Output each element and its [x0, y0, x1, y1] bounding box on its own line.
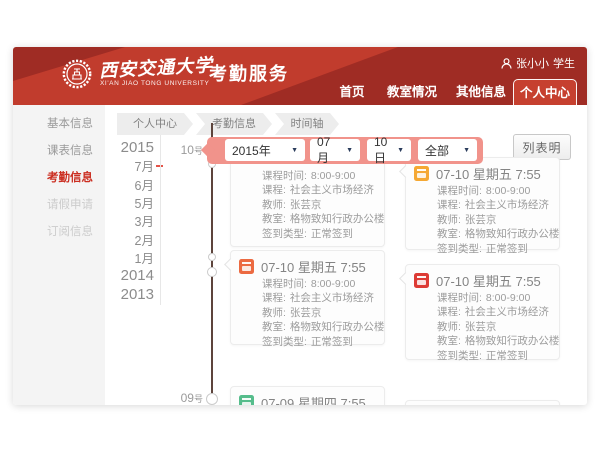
nav-item-classrooms[interactable]: 教室情况 [382, 79, 442, 105]
attendance-card[interactable]: 07-09 星期四 7:55 [230, 386, 385, 405]
card-arrow [399, 272, 412, 285]
day-marker-label-09: 09号 [163, 391, 203, 405]
timeline-scale-january[interactable]: 1月 [108, 251, 154, 267]
attendance-status-icon [414, 273, 429, 288]
chevron-down-icon: ▼ [463, 147, 470, 154]
year-dropdown[interactable]: 2015年 ▼ [225, 139, 305, 161]
card-date-title: 07-10 星期五 7:55 [436, 271, 541, 290]
attendance-card[interactable]: 07-10 星期五 7:55 课程时间:8:00-9:00 课程:社会主义市场经… [230, 250, 385, 345]
timeline-scale-may[interactable]: 5月 [108, 196, 154, 212]
timeline-scale-july[interactable]: 7月 [108, 159, 154, 175]
timeline-scale-2013[interactable]: 2013 [108, 287, 154, 303]
user-name: 张小小 [516, 55, 549, 71]
card-header: 07-09 星期四 7:55 [239, 393, 366, 405]
attendance-status-icon [414, 166, 429, 181]
sidebar-item-attendance-info[interactable]: 考勤信息 [47, 171, 93, 185]
card-date-title: 07-10 星期五 7:55 [436, 164, 541, 183]
user-icon [501, 58, 512, 69]
card-date-title: 07-09 星期四 7:55 [261, 393, 366, 405]
university-name-en: XI'AN JIAO TONG UNIVERSITY [100, 80, 209, 87]
attendance-status-icon [239, 259, 254, 274]
nav-item-home[interactable]: 首页 [332, 79, 372, 105]
page-background: 西安交通大学 XI'AN JIAO TONG UNIVERSITY 考勤服务 张… [0, 0, 600, 450]
timeline-scale-june[interactable]: 6月 [108, 178, 154, 194]
timeline-scale-february[interactable]: 2月 [108, 233, 154, 249]
card-fields: 课程时间:8:00-9:00 课程:社会主义市场经济 教师:张芸京 教室:格物致… [437, 290, 559, 362]
breadcrumb-attendance-info[interactable]: 考勤信息 [196, 113, 272, 135]
breadcrumb-timeline[interactable]: 时间轴 [275, 113, 339, 135]
user-role: 学生 [553, 55, 575, 71]
attendance-status-icon [239, 395, 254, 405]
chevron-down-icon: ▼ [291, 147, 298, 154]
nav-item-personal-center[interactable]: 个人中心 [513, 79, 577, 105]
day-dropdown[interactable]: 10日 ▼ [367, 139, 411, 161]
sidebar-item-basic-info[interactable]: 基本信息 [47, 117, 93, 131]
attendance-card-partial[interactable] [405, 400, 560, 405]
sidebar-item-leave-request[interactable]: 请假申请 [47, 198, 93, 212]
app-window: 西安交通大学 XI'AN JIAO TONG UNIVERSITY 考勤服务 张… [13, 47, 587, 405]
day-dropdown-value: 10日 [374, 135, 393, 166]
card-date-title: 07-10 星期五 7:55 [261, 257, 366, 276]
user-account[interactable]: 张小小 学生 [501, 55, 575, 71]
filter-bar: 2015年 ▼ 07月 ▼ 10日 ▼ 全部 ▼ [207, 137, 483, 164]
month-dropdown[interactable]: 07月 ▼ [310, 139, 360, 161]
app-header: 西安交通大学 XI'AN JIAO TONG UNIVERSITY 考勤服务 张… [13, 47, 587, 105]
day-marker-label-10: 10号 [163, 143, 203, 157]
card-header: 07-10 星期五 7:55 [239, 257, 366, 276]
card-header: 07-10 星期五 7:55 [414, 164, 541, 183]
type-dropdown[interactable]: 全部 ▼ [418, 139, 477, 161]
nav-item-other-info[interactable]: 其他信息 [451, 79, 511, 105]
scale-divider [160, 135, 161, 305]
breadcrumb: 个人中心 考勤信息 时间轴 [117, 113, 339, 135]
year-dropdown-value: 2015年 [232, 142, 271, 159]
timeline-scale-2015[interactable]: 2015 [108, 140, 154, 156]
app-title: 考勤服务 [209, 60, 289, 86]
timeline-node-dot [208, 253, 216, 261]
attendance-card[interactable]: 07-10 星期五 7:55 课程时间:8:00-9:00 课程:社会主义市场经… [405, 264, 560, 360]
card-fields: 课程时间:8:00-9:00 课程:社会主义市场经济 教师:张芸京 教室:格物致… [262, 276, 384, 348]
card-fields: 课程时间:8:00-9:00 课程:社会主义市场经济 教师:张芸京 教室:格物致… [262, 168, 384, 240]
chevron-down-icon: ▼ [397, 147, 404, 154]
timeline-scale-march[interactable]: 3月 [108, 214, 154, 230]
university-logo [62, 59, 92, 89]
type-dropdown-value: 全部 [425, 142, 449, 159]
sidebar-item-subscription-info[interactable]: 订阅信息 [47, 225, 93, 239]
timeline-node-day09[interactable] [206, 393, 218, 405]
card-arrow [399, 165, 412, 178]
timeline-scale-2014[interactable]: 2014 [108, 268, 154, 284]
chevron-down-icon: ▼ [346, 147, 353, 154]
attendance-card[interactable]: 07-10 星期五 7:55 课程时间:8:00-9:00 课程:社会主义市场经… [405, 157, 560, 250]
month-dropdown-value: 07月 [317, 135, 342, 166]
timeline-node-dot [207, 267, 217, 277]
card-header: 07-10 星期五 7:55 [414, 271, 541, 290]
breadcrumb-personal-center[interactable]: 个人中心 [117, 113, 193, 135]
sidebar-item-schedule-info[interactable]: 课表信息 [47, 144, 93, 158]
card-fields: 课程时间:8:00-9:00 课程:社会主义市场经济 教师:张芸京 教室:格物致… [437, 183, 559, 255]
card-arrow [224, 258, 237, 271]
sidebar: 基本信息 课表信息 考勤信息 请假申请 订阅信息 [13, 105, 105, 405]
filter-bar-arrow [201, 143, 215, 157]
